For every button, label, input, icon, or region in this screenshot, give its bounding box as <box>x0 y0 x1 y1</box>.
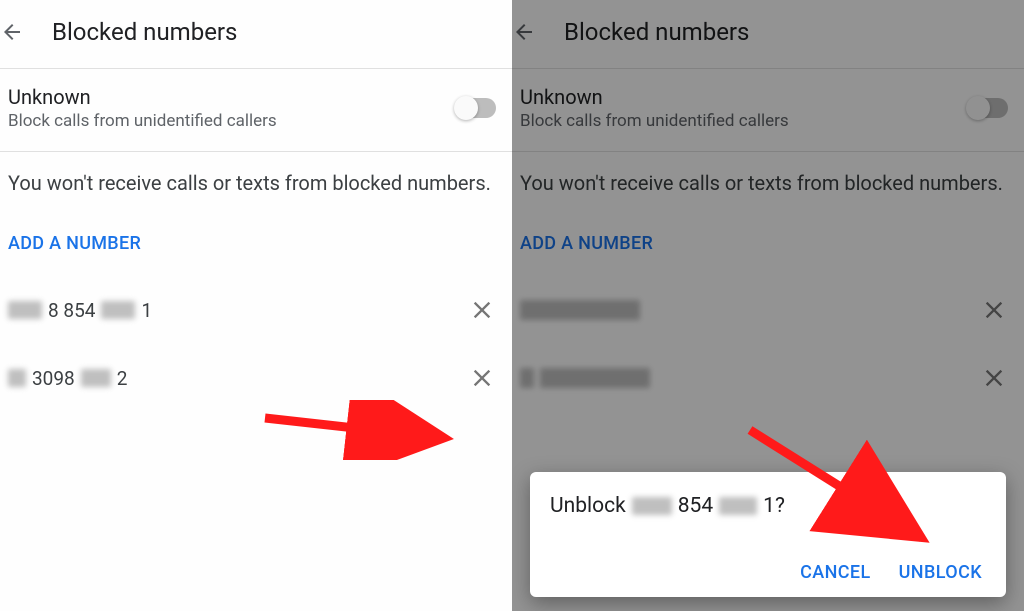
page-title: Blocked numbers <box>52 18 237 46</box>
remove-number-icon[interactable] <box>468 296 496 324</box>
unknown-toggle[interactable] <box>456 98 496 118</box>
unblock-dialog: Unblock 854 1? CANCEL UNBLOCK <box>530 472 1006 597</box>
blocked-number-label: 3098 2 <box>8 367 468 390</box>
right-pane: Blocked numbers Unknown Block calls from… <box>512 0 1024 611</box>
header: Blocked numbers <box>0 0 512 64</box>
unblock-button[interactable]: UNBLOCK <box>899 562 982 583</box>
blocked-number-label: 8 854 1 <box>8 299 468 322</box>
back-icon[interactable] <box>0 20 24 44</box>
left-pane: Blocked numbers Unknown Block calls from… <box>0 0 512 611</box>
cancel-button[interactable]: CANCEL <box>800 562 871 583</box>
dialog-title: Unblock 854 1? <box>550 494 986 518</box>
unknown-subtitle: Block calls from unidentified callers <box>8 111 456 131</box>
info-text: You won't receive calls or texts from bl… <box>0 152 512 205</box>
add-number-button[interactable]: ADD A NUMBER <box>0 205 512 276</box>
blocked-number-row: 3098 2 <box>0 344 512 412</box>
remove-number-icon[interactable] <box>468 364 496 392</box>
unknown-title: Unknown <box>8 85 456 109</box>
unknown-caller-row[interactable]: Unknown Block calls from unidentified ca… <box>0 69 512 147</box>
blocked-number-row: 8 854 1 <box>0 276 512 344</box>
